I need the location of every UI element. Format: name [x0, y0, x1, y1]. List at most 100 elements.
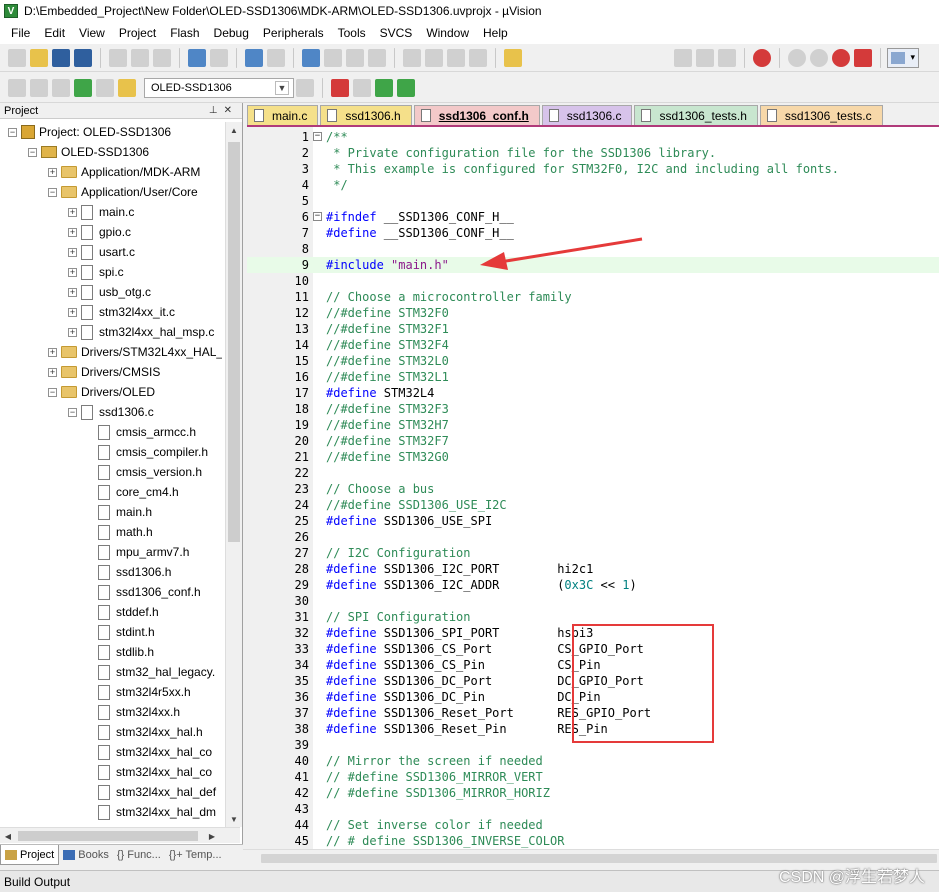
- tree-item[interactable]: stm32l4xx_hal.h: [98, 722, 203, 742]
- new-file-icon[interactable]: [8, 48, 26, 67]
- menu-view[interactable]: View: [72, 22, 112, 44]
- fold-toggle-icon[interactable]: −: [313, 212, 322, 221]
- navigate-back-icon[interactable]: [245, 48, 263, 67]
- code-line[interactable]: 24 //#define SSD1306_USE_I2C: [247, 497, 939, 513]
- download-load-icon[interactable]: [118, 78, 136, 97]
- tree-item[interactable]: ssd1306_conf.h: [98, 582, 201, 602]
- code-line[interactable]: 44 // Set inverse color if needed: [247, 817, 939, 833]
- code-line[interactable]: 20 //#define STM32F7: [247, 433, 939, 449]
- tree-item[interactable]: + spi.c: [68, 262, 124, 282]
- tree-item[interactable]: stdlib.h: [98, 642, 154, 662]
- collapse-icon[interactable]: −: [68, 407, 77, 417]
- code-line[interactable]: 17 #define STM32L4: [247, 385, 939, 401]
- tree-item[interactable]: stm32l4xx.h: [98, 702, 180, 722]
- code-line[interactable]: 14 //#define STM32F4: [247, 337, 939, 353]
- code-line[interactable]: 33 #define SSD1306_CS_Port CS_GPIO_Port: [247, 641, 939, 657]
- undo-icon[interactable]: [188, 48, 206, 67]
- editor-tab[interactable]: ssd1306_tests.h: [634, 105, 758, 125]
- tab-project[interactable]: Project: [0, 845, 60, 865]
- build-icon[interactable]: [30, 78, 48, 97]
- tree-item[interactable]: stm32l4xx_hal_co: [98, 742, 212, 762]
- code-line[interactable]: 39: [247, 737, 939, 753]
- scroll-thumb[interactable]: [261, 854, 937, 863]
- tree-item[interactable]: stm32l4xx_hal_def: [98, 782, 216, 802]
- tree-item[interactable]: cmsis_version.h: [98, 462, 202, 482]
- editor-tab[interactable]: ssd1306_conf.h: [413, 105, 540, 125]
- code-line[interactable]: 13 //#define STM32F1: [247, 321, 939, 337]
- code-line[interactable]: 23 // Choose a bus: [247, 481, 939, 497]
- open-file-icon[interactable]: [30, 48, 48, 67]
- code-line[interactable]: 5: [247, 193, 939, 209]
- code-line[interactable]: 2 * Private configuration file for the S…: [247, 145, 939, 161]
- code-line[interactable]: 32 #define SSD1306_SPI_PORT hspi3: [247, 625, 939, 641]
- expand-icon[interactable]: +: [48, 367, 57, 377]
- code-line[interactable]: 1−/**: [247, 129, 939, 145]
- code-line[interactable]: 10: [247, 273, 939, 289]
- tree-item[interactable]: mpu_armv7.h: [98, 542, 189, 562]
- find-in-files-icon[interactable]: [504, 48, 522, 67]
- scroll-up-icon[interactable]: ▲: [226, 122, 242, 138]
- enable-breakpoint-icon[interactable]: [810, 48, 828, 67]
- code-line[interactable]: 40 // Mirror the screen if needed: [247, 753, 939, 769]
- stop-build-icon[interactable]: [96, 78, 114, 97]
- menu-svcs[interactable]: SVCS: [373, 22, 420, 44]
- tree-item[interactable]: stdint.h: [98, 622, 155, 642]
- batch-build-icon[interactable]: [74, 78, 92, 97]
- tree-item[interactable]: − ssd1306.c: [68, 402, 154, 422]
- file-extensions-icon[interactable]: [353, 78, 371, 97]
- translate-icon[interactable]: [8, 78, 26, 97]
- editor-tab[interactable]: ssd1306.h: [320, 105, 412, 125]
- find-icon[interactable]: [696, 48, 714, 67]
- tree-item[interactable]: + stm32l4xx_hal_msp.c: [68, 322, 214, 342]
- save-all-icon[interactable]: [74, 48, 92, 67]
- tree-item[interactable]: + stm32l4xx_it.c: [68, 302, 175, 322]
- select-software-packs-icon[interactable]: [397, 78, 415, 97]
- scroll-thumb[interactable]: [228, 142, 240, 542]
- code-line[interactable]: 21 //#define STM32G0: [247, 449, 939, 465]
- indent-icon[interactable]: [403, 48, 421, 67]
- expand-icon[interactable]: +: [68, 307, 77, 317]
- collapse-icon[interactable]: −: [28, 147, 37, 157]
- clear-bookmarks-icon[interactable]: [368, 48, 386, 67]
- collapse-icon[interactable]: −: [48, 387, 57, 397]
- code-line[interactable]: 22: [247, 465, 939, 481]
- uncomment-icon[interactable]: [469, 48, 487, 67]
- menu-help[interactable]: Help: [476, 22, 515, 44]
- tab-functions[interactable]: {} Func...: [113, 845, 165, 865]
- scroll-down-icon[interactable]: ▼: [226, 811, 242, 827]
- code-line[interactable]: 37 #define SSD1306_Reset_Port RES_GPIO_Po…: [247, 705, 939, 721]
- tree-item[interactable]: stddef.h: [98, 602, 159, 622]
- navigate-forward-icon[interactable]: [267, 48, 285, 67]
- menu-tools[interactable]: Tools: [331, 22, 373, 44]
- expand-icon[interactable]: +: [68, 247, 77, 257]
- code-line[interactable]: 42 // #define SSD1306_MIRROR_HORIZ: [247, 785, 939, 801]
- tree-item[interactable]: + Drivers/CMSIS: [48, 362, 160, 382]
- code-editor[interactable]: 1−/** 2 * Private configuration file for …: [247, 125, 939, 849]
- collapse-icon[interactable]: −: [8, 127, 17, 137]
- expand-icon[interactable]: +: [68, 227, 77, 237]
- code-line[interactable]: 8: [247, 241, 939, 257]
- code-line[interactable]: 9 #include "main.h": [247, 257, 939, 273]
- tree-item[interactable]: + Drivers/STM32L4xx_HAL_: [48, 342, 222, 362]
- tree-item[interactable]: core_cm4.h: [98, 482, 179, 502]
- expand-icon[interactable]: +: [68, 287, 77, 297]
- tree-item[interactable]: − OLED-SSD1306: [28, 142, 149, 162]
- menu-debug[interactable]: Debug: [207, 22, 256, 44]
- code-line[interactable]: 36 #define SSD1306_DC_Pin DC_Pin: [247, 689, 939, 705]
- expand-icon[interactable]: +: [48, 347, 57, 357]
- debug-session-icon[interactable]: [753, 48, 771, 67]
- cut-icon[interactable]: [109, 48, 127, 67]
- code-line[interactable]: 19 //#define STM32H7: [247, 417, 939, 433]
- expand-icon[interactable]: +: [68, 267, 77, 277]
- expand-icon[interactable]: +: [48, 167, 57, 177]
- code-line[interactable]: 31 // SPI Configuration: [247, 609, 939, 625]
- editor-tab[interactable]: main.c: [247, 105, 319, 125]
- tree-item[interactable]: − Project: OLED-SSD1306: [8, 122, 171, 142]
- tree-item[interactable]: cmsis_compiler.h: [98, 442, 208, 462]
- project-horizontal-scrollbar[interactable]: ◀ ▶: [0, 827, 240, 843]
- code-line[interactable]: 26: [247, 529, 939, 545]
- code-line[interactable]: 43: [247, 801, 939, 817]
- tree-item[interactable]: stm32l4r5xx.h: [98, 682, 191, 702]
- menu-flash[interactable]: Flash: [163, 22, 206, 44]
- unindent-icon[interactable]: [425, 48, 443, 67]
